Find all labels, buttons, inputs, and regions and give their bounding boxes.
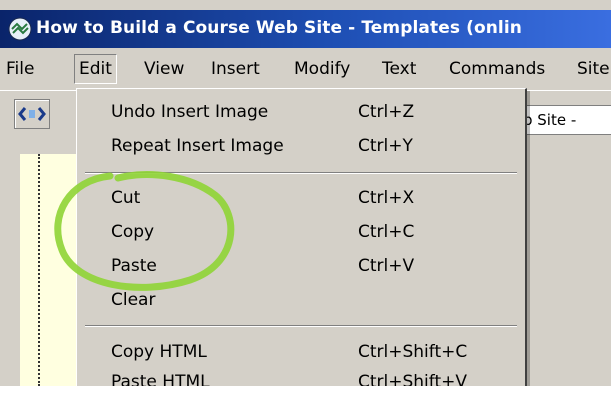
menu-item-shortcut: Ctrl+Y <box>358 136 413 156</box>
code-view-icon <box>18 107 46 121</box>
menu-separator <box>85 325 517 327</box>
menu-item-shortcut: Ctrl+Shift+C <box>358 342 468 362</box>
menu-item-label: Cut <box>111 188 141 208</box>
menu-file[interactable]: File <box>2 55 38 83</box>
dreamweaver-app-icon <box>8 17 32 41</box>
menu-item-cut[interactable]: Cut Ctrl+X <box>77 181 525 215</box>
layout-guide <box>38 154 40 386</box>
menu-separator <box>85 172 517 174</box>
menu-item-label: Clear <box>111 290 156 310</box>
menu-item-paste-html[interactable]: Paste HTML Ctrl+Shift+V <box>77 365 525 386</box>
menu-item-shortcut: Ctrl+Shift+V <box>358 372 468 386</box>
menu-item-label: Repeat Insert Image <box>111 136 284 156</box>
menu-item-paste[interactable]: Paste Ctrl+V <box>77 249 525 283</box>
window-title: How to Build a Course Web Site - Templat… <box>36 18 522 38</box>
menu-item-shortcut: Ctrl+C <box>358 222 415 242</box>
menu-bar: File Edit View Insert Modify Text Comman… <box>0 48 611 90</box>
menu-item-shortcut: Ctrl+Z <box>358 102 415 122</box>
document-title-field[interactable]: b Site - <box>520 105 611 135</box>
document-canvas[interactable] <box>20 154 80 386</box>
application-window: How to Build a Course Web Site - Templat… <box>0 0 611 386</box>
menu-item-label: Copy <box>111 222 155 242</box>
menu-item-shortcut: Ctrl+V <box>358 256 415 276</box>
menu-item-copy-html[interactable]: Copy HTML Ctrl+Shift+C <box>77 335 525 369</box>
edit-menu-dropdown: Undo Insert Image Ctrl+Z Repeat Insert I… <box>76 88 527 386</box>
menu-item-label: Paste HTML <box>111 372 210 386</box>
menu-item-label: Paste <box>111 256 157 276</box>
menu-item-repeat[interactable]: Repeat Insert Image Ctrl+Y <box>77 129 525 163</box>
menu-modify[interactable]: Modify <box>290 55 354 83</box>
menu-insert[interactable]: Insert <box>207 55 264 83</box>
menu-edit[interactable]: Edit <box>74 54 117 84</box>
code-view-button[interactable] <box>14 99 50 129</box>
menu-text[interactable]: Text <box>378 55 420 83</box>
menu-item-undo[interactable]: Undo Insert Image Ctrl+Z <box>77 95 525 129</box>
menu-item-label: Copy HTML <box>111 342 207 362</box>
menu-item-clear[interactable]: Clear <box>77 283 525 317</box>
menu-site[interactable]: Site <box>573 55 611 83</box>
menu-item-copy[interactable]: Copy Ctrl+C <box>77 215 525 249</box>
menu-item-label: Undo Insert Image <box>111 102 269 122</box>
menu-commands[interactable]: Commands <box>445 55 549 83</box>
menu-view[interactable]: View <box>140 55 188 83</box>
menu-item-shortcut: Ctrl+X <box>358 188 415 208</box>
title-bar: How to Build a Course Web Site - Templat… <box>0 10 611 48</box>
